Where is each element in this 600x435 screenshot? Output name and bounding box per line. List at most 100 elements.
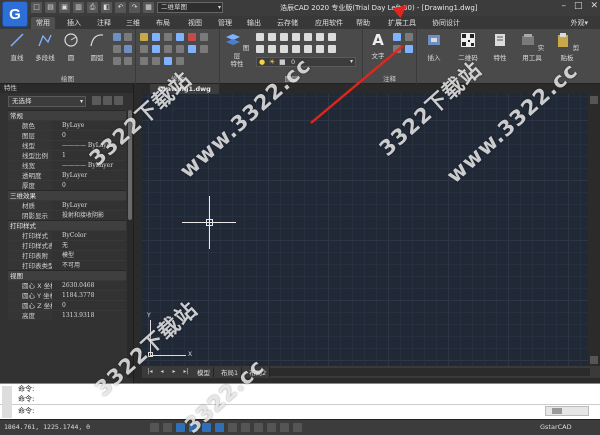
tab-manage[interactable]: 管理 [213,17,237,29]
rotate-icon[interactable] [152,33,160,41]
array-icon[interactable] [200,45,208,53]
property-row[interactable]: 透明度 ByLayer [8,170,126,180]
tab-cloud[interactable]: 云存储 [272,17,303,29]
undo-icon[interactable]: ↶ [115,2,126,13]
dyn-icon[interactable] [228,423,237,432]
property-value[interactable]: 1184.3778 [52,291,126,300]
appearance-menu[interactable]: 外观▾ [570,17,588,29]
fillet-icon[interactable] [164,45,172,53]
command-input[interactable]: 命令: [0,404,600,416]
property-value[interactable]: ByLayer [52,171,126,180]
property-row[interactable]: 打印样式 ByColor [8,230,126,240]
layer-isolate-icon[interactable] [268,33,276,41]
property-value[interactable]: 2630.0468 [52,281,126,290]
scale-icon[interactable] [188,45,196,53]
arc-button[interactable]: 圆弧 [86,32,108,62]
join-icon[interactable] [164,57,172,65]
mtext-icon[interactable] [405,45,413,53]
publish-icon[interactable]: ◧ [101,2,112,13]
layer-properties-button[interactable]: 图层 特性 [224,32,250,68]
property-value[interactable]: 投射和接收阴影 [52,211,126,220]
property-row[interactable]: 高度 1313.9318 [8,310,126,320]
mirror-icon[interactable] [152,45,160,53]
tab-layout[interactable]: 布局 [151,17,175,29]
property-value[interactable]: 无 [52,241,126,250]
rectangle-icon[interactable] [113,33,121,41]
polyline-button[interactable]: 多段线 [34,32,56,62]
prev-layout-icon[interactable]: ◂ [158,368,166,376]
layer-freeze-icon[interactable] [292,33,300,41]
property-section-header[interactable]: 打印样式 [8,220,126,230]
property-row[interactable]: 材质 ByLayer [8,200,126,210]
property-row[interactable]: 阴影显示 投射和接收阴影 [8,210,126,220]
scroll-up-icon[interactable] [590,96,598,104]
scroll-down-icon[interactable] [590,356,598,364]
tab-output[interactable]: 输出 [242,17,266,29]
layer-state-icon[interactable] [256,33,264,41]
select-objects-icon[interactable] [103,96,112,105]
grid-icon[interactable] [163,423,172,432]
insert-block-button[interactable]: 插入 [423,32,445,62]
leader-icon[interactable] [405,33,413,41]
property-section-header[interactable]: 三维效果 [8,190,126,200]
new-icon[interactable]: □ [31,2,42,13]
tab-view[interactable]: 视图 [183,17,207,29]
minimize-icon[interactable]: – [561,1,566,11]
selection-cycling-icon[interactable] [267,423,276,432]
transparency-icon[interactable] [254,423,263,432]
explode-icon[interactable] [200,33,208,41]
command-scrollbar[interactable] [545,406,589,416]
annotation-scale-icon[interactable] [280,423,289,432]
layer-walk-icon[interactable] [256,45,264,53]
layer-thaw-icon[interactable] [316,45,324,53]
region-icon[interactable] [124,57,132,65]
properties-button[interactable]: 特性 [489,32,511,62]
spline-icon[interactable] [113,45,121,53]
save-icon[interactable]: ▣ [59,2,70,13]
text-button[interactable]: A 文字 [367,32,389,60]
clipboard-button[interactable]: 剪贴板 [553,32,581,62]
tab-collaborate[interactable]: 协同设计 [427,17,465,29]
app-logo-icon[interactable]: G [2,1,28,27]
trim-icon[interactable] [164,33,172,41]
move-icon[interactable] [140,33,148,41]
layer-on-icon[interactable] [304,45,312,53]
selection-dropdown[interactable]: 无选择 [8,96,86,107]
tab-model[interactable]: 模型 [194,367,214,377]
property-value[interactable]: ByLayer [52,201,126,210]
property-row[interactable]: 圆心 Y 坐标1184.3778 [8,290,126,300]
property-row[interactable]: 厚度 0 [8,180,126,190]
tab-extensions[interactable]: 扩展工具 [383,17,421,29]
erase-icon[interactable] [188,33,196,41]
canvas-vertical-scrollbar[interactable] [588,94,600,366]
dimension-icon[interactable] [393,33,401,41]
layer-unlock-icon[interactable] [328,45,336,53]
workspace-select[interactable]: 二维草图 [157,2,223,13]
layer-merge-icon[interactable] [268,45,276,53]
tab-home[interactable]: 常用 [31,17,55,29]
palette-scrollbar[interactable] [127,110,133,378]
snap-icon[interactable] [150,423,159,432]
copy-icon[interactable] [140,45,148,53]
redo-icon[interactable]: ↷ [129,2,140,13]
layer-delete-icon[interactable] [280,45,288,53]
layer-off-icon[interactable] [280,33,288,41]
quick-select-icon[interactable] [114,96,123,105]
first-layout-icon[interactable]: |◂ [146,368,154,376]
property-row[interactable]: 打印样式表无 [8,240,126,250]
line-button[interactable]: 直线 [6,32,28,62]
property-row[interactable]: 圆心 Z 坐标0 [8,300,126,310]
open-icon[interactable]: ▤ [45,2,56,13]
next-layout-icon[interactable]: ▸ [170,368,178,376]
canvas-horizontal-scrollbar[interactable] [270,368,590,376]
close-icon[interactable]: ✕ [590,1,598,11]
property-value[interactable]: 1313.9318 [52,311,126,320]
tab-annotate[interactable]: 注释 [92,17,116,29]
property-value[interactable]: ByColor [52,231,126,240]
command-window-handle[interactable] [2,386,12,418]
utilities-button[interactable]: 实用工具 [517,32,547,62]
stretch-icon[interactable] [176,45,184,53]
property-value[interactable]: 不可用 [52,261,126,270]
property-row[interactable]: 打印表附 模型 [8,250,126,260]
tab-3d[interactable]: 三维 [121,17,145,29]
